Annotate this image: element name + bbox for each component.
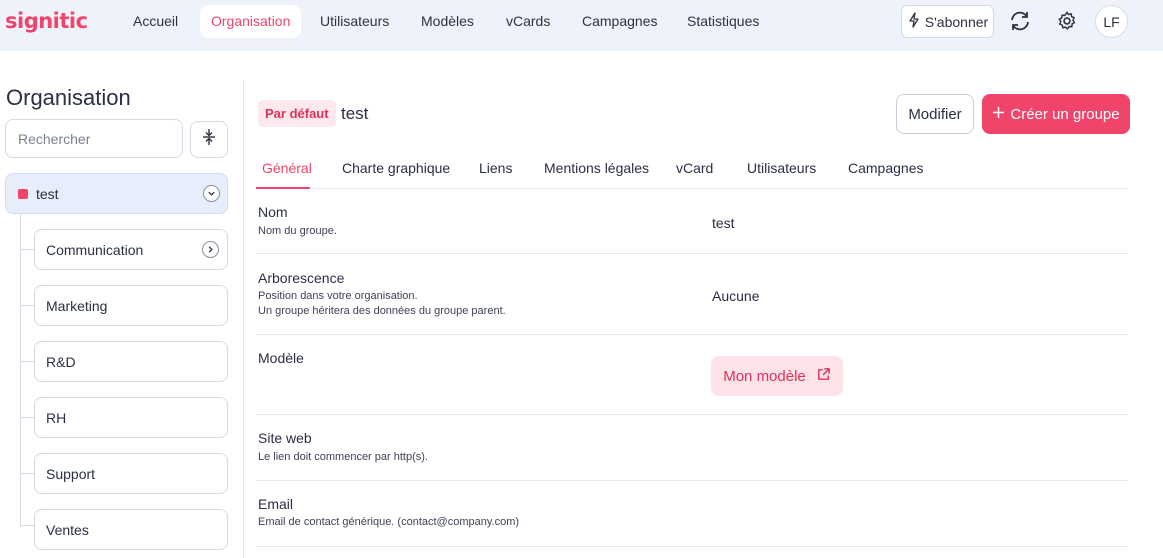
row-divider [256, 414, 1128, 415]
collapse-all-button[interactable] [190, 121, 228, 158]
gear-icon[interactable] [1055, 9, 1079, 33]
tree-connector-line [20, 214, 21, 525]
signitic-logo[interactable]: signitic [5, 9, 88, 33]
field-email-description: Email de contact générique. (contact@com… [258, 516, 520, 528]
tab-vcard[interactable]: vCard [676, 160, 713, 176]
row-divider [256, 546, 1128, 547]
tree-item-rh[interactable]: RH [34, 397, 228, 438]
tree-connector-tick [20, 417, 34, 418]
row-divider [256, 480, 1128, 481]
field-tree-description-1: Position dans votre organisation. [258, 290, 418, 302]
tree-item-label: R&D [46, 354, 76, 370]
field-tree-value: Aucune [712, 288, 760, 304]
tab-liens[interactable]: Liens [479, 160, 512, 176]
create-group-button[interactable]: Créer un groupe [982, 94, 1130, 134]
sidebar-divider [243, 80, 244, 558]
my-model-label: Mon modèle [723, 367, 806, 385]
modify-button[interactable]: Modifier [896, 94, 974, 134]
chevron-right-icon[interactable] [202, 241, 219, 258]
tree-connector-tick [20, 249, 34, 250]
field-tree-label: Arborescence [258, 270, 345, 286]
tree-root-label: test [36, 186, 59, 202]
tab-utilisateurs[interactable]: Utilisateurs [747, 160, 816, 176]
tree-item-marketing[interactable]: Marketing [34, 285, 228, 326]
subscribe-button[interactable]: S'abonner [901, 5, 994, 38]
refresh-icon[interactable] [1008, 9, 1032, 33]
field-website-description: Le lien doit commencer par http(s). [258, 451, 428, 463]
external-link-icon [816, 367, 831, 386]
nav-organisation[interactable]: Organisation [200, 5, 302, 38]
field-model-label: Modèle [258, 350, 304, 366]
tab-charte-graphique[interactable]: Charte graphique [342, 160, 450, 176]
top-navigation-bar: signitic Accueil Organisation Utilisateu… [0, 0, 1163, 51]
active-tab-indicator [256, 187, 310, 189]
plus-icon [992, 106, 1005, 123]
nav-statistiques[interactable]: Statistiques [676, 5, 770, 38]
row-divider [256, 334, 1128, 335]
tree-root-item[interactable]: test [5, 173, 228, 214]
default-badge: Par défaut [258, 100, 336, 127]
create-group-label: Créer un groupe [1010, 105, 1120, 123]
field-email-label: Email [258, 496, 294, 512]
group-title: test [341, 104, 369, 123]
tree-connector-tick [20, 305, 34, 306]
tree-item-communication[interactable]: Communication [34, 229, 228, 270]
user-avatar[interactable]: LF [1095, 5, 1128, 38]
tab-mentions-legales[interactable]: Mentions légales [544, 160, 649, 176]
tree-item-label: Support [46, 466, 96, 482]
nav-accueil[interactable]: Accueil [122, 5, 189, 38]
tree-item-support[interactable]: Support [34, 453, 228, 494]
tree-connector-tick [20, 473, 34, 474]
tabs-divider [256, 188, 1128, 189]
tab-general[interactable]: Général [262, 160, 312, 176]
tree-item-label: Ventes [46, 522, 89, 538]
field-name-label: Nom [258, 204, 288, 220]
subscribe-label: S'abonner [924, 13, 989, 30]
group-color-square [18, 189, 28, 199]
row-divider [256, 253, 1128, 254]
field-tree-description-2: Un groupe héritera des données du groupe… [258, 305, 506, 317]
nav-utilisateurs[interactable]: Utilisateurs [309, 5, 400, 38]
chevron-down-icon[interactable] [203, 185, 220, 202]
tree-connector-tick [20, 525, 34, 526]
tab-campagnes[interactable]: Campagnes [848, 160, 924, 176]
tree-item-label: Marketing [46, 298, 108, 314]
lightning-icon [907, 12, 921, 31]
nav-modeles[interactable]: Modèles [410, 5, 485, 38]
collapse-arrows-icon [201, 128, 217, 151]
tree-connector-tick [20, 361, 34, 362]
tree-item-ventes[interactable]: Ventes [34, 509, 228, 550]
field-website-label: Site web [258, 430, 312, 446]
nav-campagnes[interactable]: Campagnes [571, 5, 669, 38]
tree-item-rd[interactable]: R&D [34, 341, 228, 382]
field-name-description: Nom du groupe. [258, 225, 337, 237]
sidebar-title: Organisation [6, 85, 131, 110]
tree-item-label: Communication [46, 242, 144, 258]
my-model-link[interactable]: Mon modèle [711, 356, 843, 396]
tree-item-label: RH [46, 410, 67, 426]
field-name-value: test [712, 215, 735, 231]
search-input[interactable] [5, 119, 183, 158]
nav-vcards[interactable]: vCards [495, 5, 561, 38]
